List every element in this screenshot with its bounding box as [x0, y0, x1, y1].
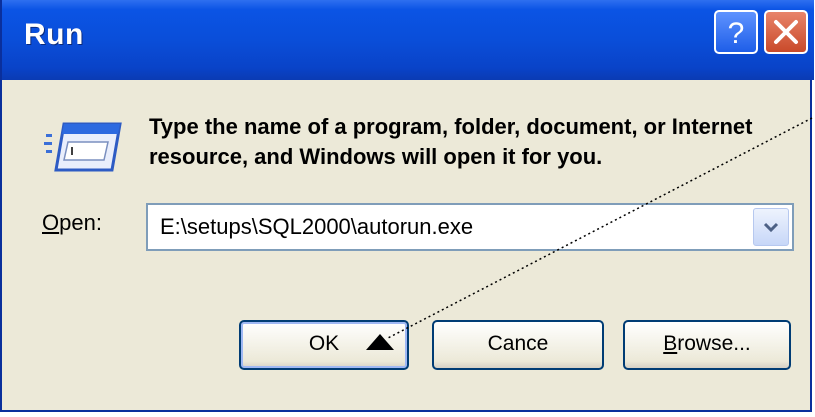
cancel-button[interactable]: Cance — [432, 320, 604, 370]
close-button[interactable] — [764, 10, 808, 54]
open-label-mnemonic: O — [42, 210, 60, 235]
close-x-icon — [774, 20, 798, 44]
ok-button[interactable]: OK — [239, 320, 409, 370]
instruction-text: Type the name of a program, folder, docu… — [149, 114, 753, 169]
run-dialog-window: Run ? Type the name of a program, folder… — [0, 0, 814, 412]
question-mark-icon: ? — [728, 17, 745, 50]
browse-mnemonic: B — [663, 332, 678, 355]
help-button[interactable]: ? — [714, 10, 758, 54]
browse-label-rest: rowse... — [677, 332, 751, 355]
open-label: Open: — [42, 210, 102, 236]
dropdown-button[interactable] — [753, 208, 789, 246]
browse-button[interactable]: Browse... — [623, 320, 791, 370]
dialog-body: Type the name of a program, folder, docu… — [4, 80, 810, 410]
open-combobox[interactable]: E:\setups\SQL2000\autorun.exe — [146, 203, 794, 251]
title-bar[interactable]: Run ? — [2, 0, 814, 80]
run-program-icon — [44, 122, 122, 172]
chevron-down-icon — [763, 222, 779, 233]
open-label-rest: pen: — [59, 210, 102, 235]
open-input[interactable]: E:\setups\SQL2000\autorun.exe — [160, 214, 473, 240]
window-title: Run — [24, 18, 84, 51]
svg-text:?: ? — [728, 17, 745, 50]
